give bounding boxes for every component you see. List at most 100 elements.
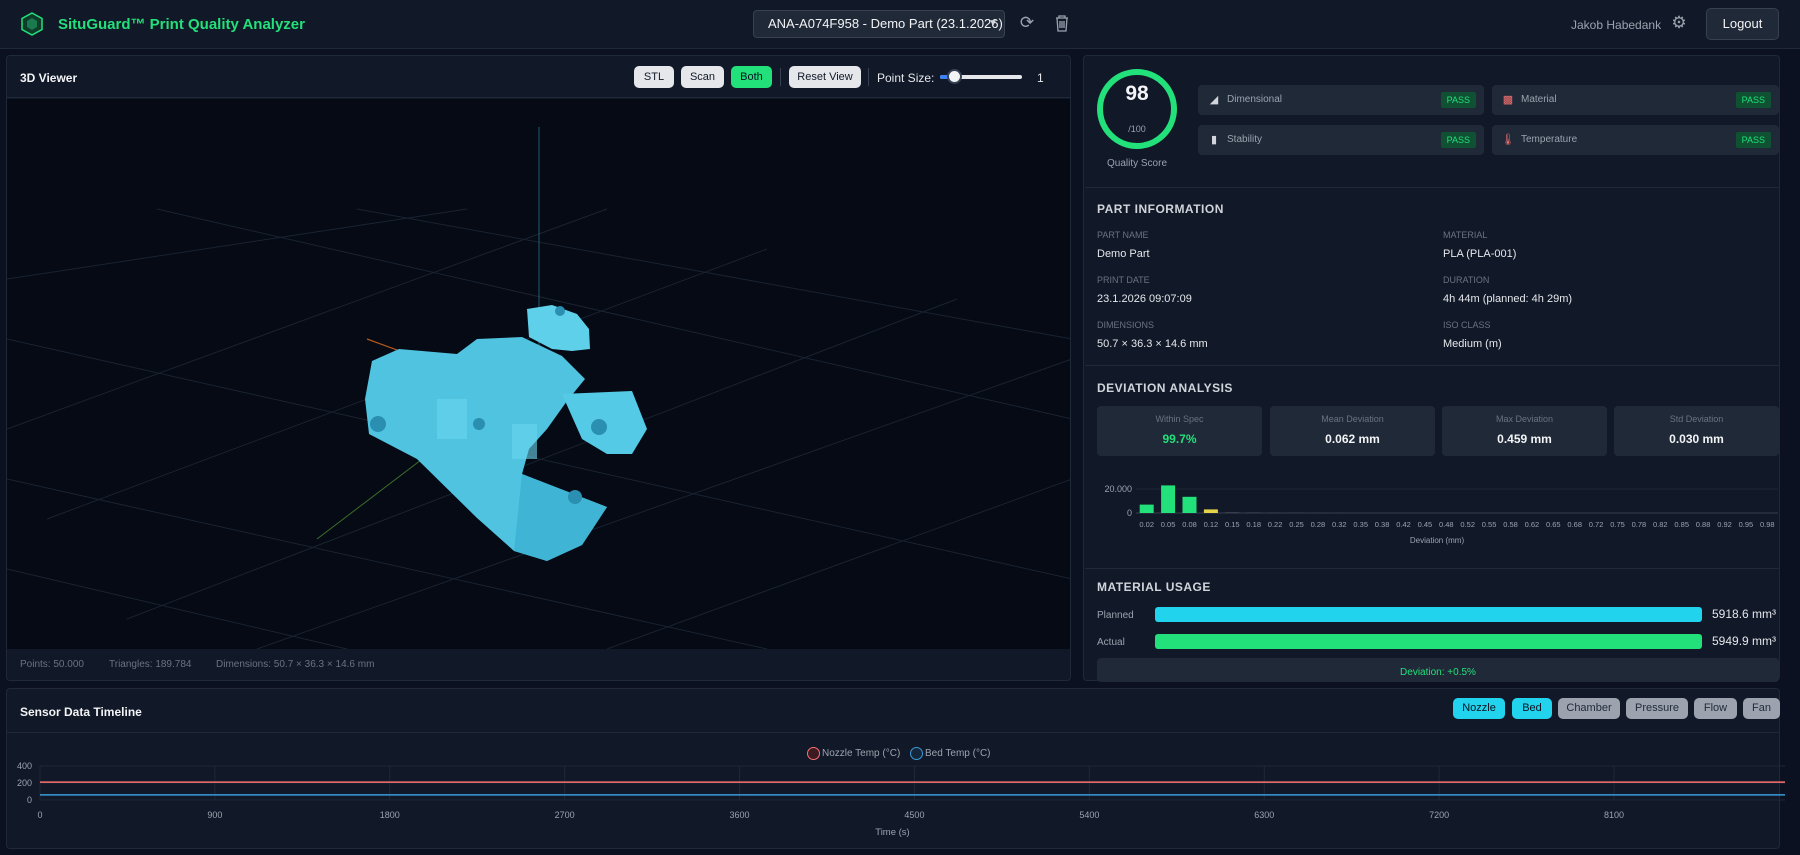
check-label: Dimensional bbox=[1227, 94, 1283, 105]
logo-hexagon-icon bbox=[21, 12, 43, 36]
x-tick-label: 0.52 bbox=[1460, 520, 1475, 529]
bed-toggle[interactable]: Bed bbox=[1512, 698, 1552, 719]
dimensions-stat: Dimensions: 50.7 × 36.3 × 14.6 mm bbox=[216, 659, 375, 670]
x-tick-label: 0.15 bbox=[1225, 520, 1240, 529]
section-divider bbox=[1085, 568, 1779, 569]
both-button[interactable]: Both bbox=[731, 66, 772, 88]
x-axis-title: Time (s) bbox=[875, 827, 909, 838]
analysis-select-value: ANA-A074F958 - Demo Part (23.1.2026) bbox=[768, 16, 1003, 31]
trash-icon[interactable] bbox=[1051, 12, 1073, 34]
histogram-bar bbox=[1182, 496, 1197, 513]
chamber-toggle[interactable]: Chamber bbox=[1558, 698, 1620, 719]
nozzle-toggle[interactable]: Nozzle bbox=[1453, 698, 1505, 719]
print-date-label: PRINT DATE bbox=[1097, 275, 1150, 285]
status-badge: PASS bbox=[1440, 132, 1476, 148]
point-size-slider[interactable] bbox=[940, 69, 1022, 84]
stl-button[interactable]: STL bbox=[634, 66, 674, 88]
stat-label: Max Deviation bbox=[1495, 414, 1554, 424]
dimensions-value: 50.7 × 36.3 × 14.6 mm bbox=[1097, 338, 1208, 350]
material-label: MATERIAL bbox=[1443, 230, 1488, 240]
actual-label: Actual bbox=[1097, 637, 1125, 648]
x-tick-label: 0.95 bbox=[1739, 520, 1754, 529]
x-tick-label: 0.98 bbox=[1760, 520, 1775, 529]
histogram-bar bbox=[1139, 504, 1154, 513]
x-tick-label: 0.28 bbox=[1311, 520, 1326, 529]
y-tick-label: 400 bbox=[17, 761, 32, 771]
x-tick-label: 5400 bbox=[1079, 810, 1099, 820]
x-tick-label: 0.88 bbox=[1696, 520, 1711, 529]
legend-bed[interactable]: Bed Temp (°C) bbox=[910, 747, 991, 760]
legend-swatch bbox=[910, 747, 923, 760]
x-tick-label: 0.85 bbox=[1674, 520, 1689, 529]
point-size-label: Point Size: bbox=[877, 71, 935, 85]
histogram-bar bbox=[1203, 509, 1218, 513]
stat-label: Within Spec bbox=[1155, 414, 1204, 424]
logout-button[interactable]: Logout bbox=[1706, 8, 1779, 40]
toolbar-divider bbox=[868, 68, 869, 86]
quality-score-max: /100 bbox=[1128, 124, 1146, 134]
app-header: SituGuard™ Print Quality Analyzer ANA-A0… bbox=[0, 0, 1800, 49]
print-date-value: 23.1.2026 09:07:09 bbox=[1097, 293, 1192, 305]
thermometer-icon: 🌡 bbox=[1501, 134, 1515, 146]
x-tick-label: 0.38 bbox=[1375, 520, 1390, 529]
x-tick-label: 7200 bbox=[1429, 810, 1449, 820]
quality-score-value: 98 bbox=[1125, 82, 1149, 105]
x-tick-label: 0.45 bbox=[1418, 520, 1433, 529]
scan-button[interactable]: Scan bbox=[681, 66, 724, 88]
y-tick-label: 0 bbox=[27, 795, 32, 805]
slider-knob[interactable] bbox=[947, 69, 962, 84]
x-tick-label: 0 bbox=[37, 810, 42, 820]
status-badge: PASS bbox=[1735, 132, 1771, 148]
gear-icon[interactable]: ⚙ bbox=[1668, 12, 1690, 34]
check-label: Material bbox=[1521, 94, 1557, 105]
user-name: Jakob Habedank bbox=[1571, 18, 1662, 32]
stat-std-deviation: Std Deviation 0.030 mm bbox=[1614, 406, 1779, 456]
material-usage-title: MATERIAL USAGE bbox=[1097, 580, 1211, 594]
sensor-header-divider bbox=[7, 732, 1779, 733]
pressure-toggle[interactable]: Pressure bbox=[1626, 698, 1688, 719]
x-tick-label: 0.42 bbox=[1396, 520, 1411, 529]
3d-canvas[interactable] bbox=[7, 99, 1070, 649]
x-axis-title: Deviation (mm) bbox=[1410, 536, 1465, 545]
iso-class-value: Medium (m) bbox=[1443, 338, 1502, 350]
check-label: Stability bbox=[1227, 134, 1263, 145]
fan-toggle[interactable]: Fan bbox=[1743, 698, 1780, 719]
reset-view-button[interactable]: Reset View bbox=[789, 66, 861, 88]
stat-value: 99.7% bbox=[1162, 432, 1197, 446]
quality-score-ring bbox=[1097, 69, 1177, 149]
app-title: SituGuard™ Print Quality Analyzer bbox=[58, 16, 305, 33]
x-tick-label: 2700 bbox=[555, 810, 575, 820]
x-tick-label: 3600 bbox=[730, 810, 750, 820]
check-label: Temperature bbox=[1521, 134, 1578, 145]
duration-label: DURATION bbox=[1443, 275, 1490, 285]
stat-max-deviation: Max Deviation 0.459 mm bbox=[1442, 406, 1607, 456]
refresh-icon[interactable]: ⟳ bbox=[1016, 12, 1038, 34]
viewer-toolbar: 3D Viewer STL Scan Both Reset View Point… bbox=[7, 56, 1070, 98]
material-value: PLA (PLA-001) bbox=[1443, 248, 1517, 260]
x-tick-label: 0.08 bbox=[1182, 520, 1197, 529]
legend-nozzle[interactable]: Nozzle Temp (°C) bbox=[807, 747, 900, 760]
flow-toggle[interactable]: Flow bbox=[1694, 698, 1737, 719]
check-dimensional: ◢ Dimensional PASS bbox=[1198, 85, 1484, 115]
3d-scene bbox=[7, 127, 1070, 649]
planned-value: 5918.6 mm³ bbox=[1712, 607, 1777, 621]
section-divider bbox=[1085, 187, 1779, 188]
toolbar-divider bbox=[780, 68, 781, 86]
actual-bar bbox=[1155, 634, 1702, 649]
actual-value: 5949.9 mm³ bbox=[1712, 634, 1777, 648]
material-deviation: Deviation: +0.5% bbox=[1097, 658, 1779, 682]
x-tick-label: 0.92 bbox=[1717, 520, 1732, 529]
x-tick-label: 6300 bbox=[1254, 810, 1274, 820]
dimensions-label: DIMENSIONS bbox=[1097, 320, 1155, 330]
triangles-stat: Triangles: 189.784 bbox=[109, 659, 192, 670]
stat-value: 0.062 mm bbox=[1325, 432, 1380, 446]
viewer-title: 3D Viewer bbox=[20, 71, 78, 85]
legend-swatch bbox=[807, 747, 820, 760]
duration-value: 4h 44m (planned: 4h 29m) bbox=[1443, 293, 1573, 305]
x-tick-label: 0.55 bbox=[1482, 520, 1497, 529]
x-tick-label: 0.22 bbox=[1268, 520, 1283, 529]
analysis-select[interactable]: ANA-A074F958 - Demo Part (23.1.2026) ▼ bbox=[753, 10, 1005, 38]
check-material: ▩ Material PASS bbox=[1492, 85, 1779, 115]
point-size-value: 1 bbox=[1037, 71, 1044, 85]
stat-mean-deviation: Mean Deviation 0.062 mm bbox=[1270, 406, 1435, 456]
